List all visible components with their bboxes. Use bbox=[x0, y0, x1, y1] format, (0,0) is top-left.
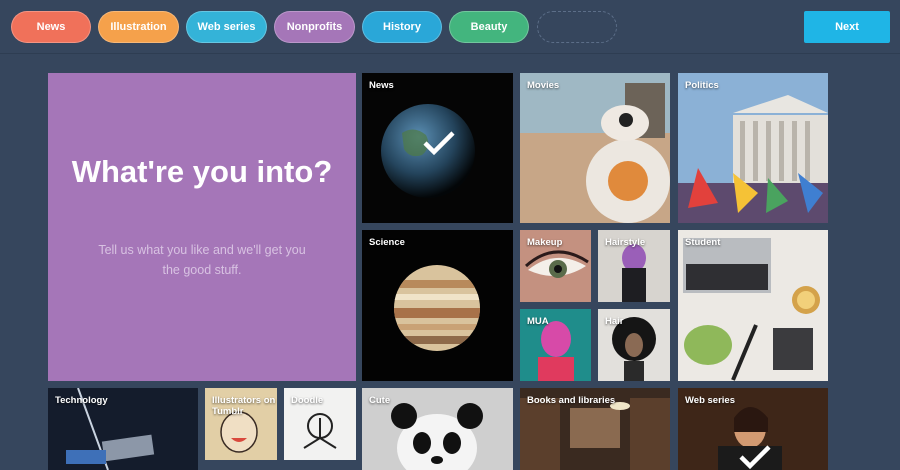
tile-label: Politics bbox=[685, 80, 719, 91]
intro-title: What're you into? bbox=[71, 154, 333, 189]
tile-label: Technology bbox=[55, 395, 108, 406]
tile-mua[interactable]: MUA bbox=[520, 309, 591, 381]
tile-politics[interactable]: Politics bbox=[678, 73, 828, 223]
desk-laptop-image bbox=[678, 230, 828, 381]
tile-label: Illustrators on Tumblr bbox=[212, 395, 276, 417]
tile-label: Science bbox=[369, 237, 405, 248]
selected-tag-web-series[interactable]: Web series bbox=[186, 11, 267, 43]
tile-label: MUA bbox=[527, 316, 549, 327]
tile-illustrators[interactable]: Illustrators on Tumblr bbox=[205, 388, 277, 460]
tile-label: Cute bbox=[369, 395, 391, 406]
tile-makeup[interactable]: Makeup bbox=[520, 230, 591, 302]
empty-tag-slot bbox=[537, 11, 617, 43]
intro-subtitle: Tell us what you like and we'll get you … bbox=[98, 243, 306, 277]
tile-movies[interactable]: Movies bbox=[520, 73, 670, 223]
tile-label: Student bbox=[685, 237, 721, 248]
selected-tag-news[interactable]: News bbox=[11, 11, 91, 43]
tile-books[interactable]: Books and libraries bbox=[520, 388, 670, 470]
tile-news[interactable]: News bbox=[362, 73, 513, 223]
intro-panel: What're you into? Tell us what you like … bbox=[48, 73, 356, 381]
supreme-court-image bbox=[678, 73, 828, 223]
tile-hairstyle[interactable]: Hairstyle bbox=[598, 230, 670, 302]
jupiter-image bbox=[394, 265, 480, 351]
next-button[interactable]: Next bbox=[804, 11, 890, 43]
selected-tag-illustration[interactable]: Illustration bbox=[98, 11, 179, 43]
tile-web-series[interactable]: Web series bbox=[678, 388, 828, 470]
tile-hair[interactable]: Hair bbox=[598, 309, 670, 381]
tile-label: Movies bbox=[527, 80, 560, 91]
top-bar: News Illustration Web series Nonprofits … bbox=[0, 0, 900, 54]
selected-tag-beauty[interactable]: Beauty bbox=[449, 11, 529, 43]
checkmark-icon bbox=[739, 445, 771, 470]
tile-cute[interactable]: Cute bbox=[362, 388, 513, 470]
tile-student[interactable]: Student bbox=[678, 230, 828, 381]
tile-technology[interactable]: Technology bbox=[48, 388, 198, 470]
tile-label: Web series bbox=[685, 395, 735, 406]
tile-label: Doodle bbox=[291, 395, 324, 406]
tile-doodle[interactable]: Doodle bbox=[284, 388, 356, 460]
selected-tag-nonprofits[interactable]: Nonprofits bbox=[274, 11, 355, 43]
tile-label: News bbox=[369, 80, 394, 91]
tile-science[interactable]: Science bbox=[362, 230, 513, 381]
tile-label: Makeup bbox=[527, 237, 563, 248]
checkmark-icon bbox=[423, 131, 455, 156]
tile-label: Hairstyle bbox=[605, 237, 646, 248]
droid-image bbox=[520, 73, 670, 223]
selected-tag-history[interactable]: History bbox=[362, 11, 442, 43]
tile-label: Hair bbox=[605, 316, 624, 327]
tile-label: Books and libraries bbox=[527, 395, 616, 406]
